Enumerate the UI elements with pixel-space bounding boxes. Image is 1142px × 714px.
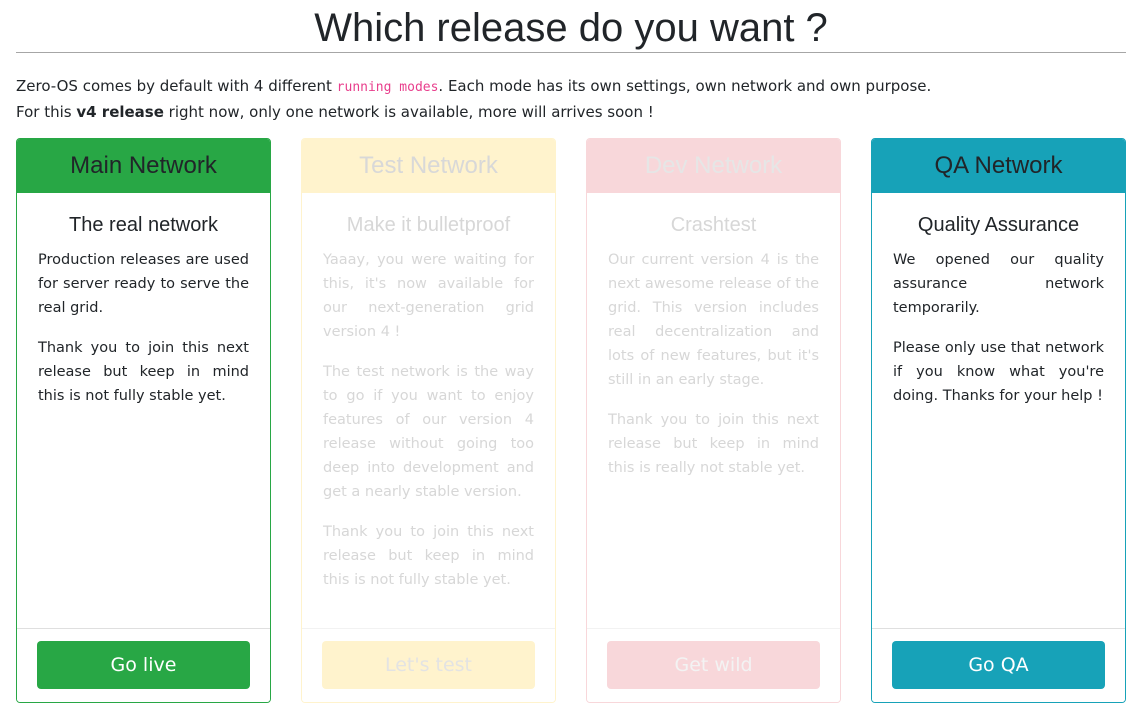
running-modes-code: running modes [336, 80, 439, 95]
card-text: We opened our quality assurance network … [893, 252, 1104, 316]
go-live-button[interactable]: Go live [37, 641, 250, 689]
card-header-qa: QA Network [872, 139, 1125, 193]
card-footer-main: Go live [17, 628, 270, 702]
card-header-main: Main Network [17, 139, 270, 193]
card-text: Please only use that network if you know… [893, 340, 1104, 404]
card-body-test: Make it bulletproof Yaaay, you were wait… [302, 193, 555, 592]
card-text: The test network is the way to go if you… [323, 364, 534, 500]
card-title-test: Make it bulletproof [346, 214, 511, 236]
card-title-dev: Crashtest [670, 214, 757, 236]
card-header-test: Test Network [302, 139, 555, 193]
intro-line-2: For this v4 release right now, only one … [16, 100, 1126, 124]
intro-line-1: Zero-OS comes by default with 4 differen… [16, 74, 1126, 100]
go-qa-button[interactable]: Go QA [892, 641, 1105, 689]
get-wild-button[interactable]: Get wild [607, 641, 820, 689]
card-body-main: The real network Production releases are… [17, 193, 270, 408]
card-text: Thank you to join this next release but … [38, 340, 249, 404]
intro-line-2-before: For this [16, 103, 77, 121]
intro-line-1-before: Zero-OS comes by default with 4 differen… [16, 77, 337, 95]
card-footer-dev: Get wild [587, 628, 840, 702]
lets-test-button[interactable]: Let's test [322, 641, 535, 689]
intro-text: Zero-OS comes by default with 4 differen… [16, 74, 1126, 124]
card-test-network: Test Network Make it bulletproof Yaaay, … [301, 138, 556, 703]
intro-line-2-after: right now, only one network is available… [163, 103, 654, 121]
card-body-dev: Crashtest Our current version 4 is the n… [587, 193, 840, 480]
card-dev-network: Dev Network Crashtest Our current versio… [586, 138, 841, 703]
card-text: Our current version 4 is the next awesom… [608, 252, 819, 388]
card-title-qa: Quality Assurance [917, 214, 1080, 236]
card-footer-test: Let's test [302, 628, 555, 702]
card-header-dev: Dev Network [587, 139, 840, 193]
card-qa-network: QA Network Quality Assurance We opened o… [871, 138, 1126, 703]
card-title-main: The real network [69, 214, 218, 236]
card-footer-qa: Go QA [872, 628, 1125, 702]
page-container: Which release do you want ? Zero-OS come… [16, 0, 1126, 703]
release-version: v4 release [76, 103, 164, 121]
card-body-qa: Quality Assurance We opened our quality … [872, 193, 1125, 408]
card-text: Yaaay, you were waiting for this, it's n… [323, 252, 534, 340]
card-text: Production releases are used for server … [38, 252, 249, 316]
network-cards: Main Network The real network Production… [16, 138, 1126, 703]
card-main-network: Main Network The real network Production… [16, 138, 271, 703]
card-text: Thank you to join this next release but … [323, 524, 534, 588]
intro-line-1-after: . Each mode has its own settings, own ne… [438, 77, 932, 95]
page-title: Which release do you want ? [16, 0, 1126, 53]
card-text: Thank you to join this next release but … [608, 412, 819, 476]
